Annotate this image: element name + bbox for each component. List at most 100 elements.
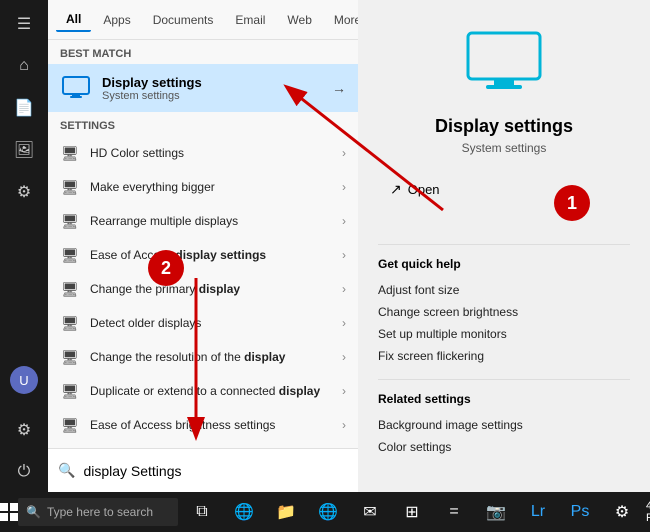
list-item-text: Change the resolution of the display [90, 350, 332, 364]
list-arrow-icon: › [342, 282, 346, 296]
divider [378, 244, 630, 245]
edge-icon[interactable]: 🌐 [224, 492, 264, 532]
related-link[interactable]: Color settings [378, 436, 451, 458]
taskbar-search-box[interactable]: 🔍 Type here to search [18, 498, 178, 526]
list-item-text: Ease of Access display settings [90, 248, 332, 262]
monitor-small-icon: 🖥 [60, 177, 80, 197]
quick-link[interactable]: Change screen brightness [378, 301, 518, 323]
list-item[interactable]: 🖥 Ease of Access brightness settings › [48, 408, 358, 442]
detail-subtitle: System settings [462, 141, 547, 155]
settings-bottom-icon[interactable]: ⚙ [0, 410, 48, 450]
tab-web[interactable]: Web [277, 9, 321, 31]
hamburger-menu-icon[interactable]: ☰ [0, 4, 48, 44]
taskbar-icons: ⧉ 🌐 📁 🌐 ✉ ⊞ = 📷 Lr Ps ⚙ [178, 492, 646, 532]
home-icon[interactable]: ⌂ [0, 46, 48, 86]
taskbar-time: 4:30 PM [646, 500, 650, 524]
apps-icon[interactable]: ⊞ [392, 492, 432, 532]
list-item-text: Duplicate or extend to a connected displ… [90, 384, 332, 398]
related-link[interactable]: Background image settings [378, 414, 523, 436]
best-match-text: Display settings System settings [102, 75, 322, 102]
taskbar-search-icon: 🔍 [26, 505, 41, 519]
tab-documents[interactable]: Documents [143, 9, 224, 31]
list-item-text: Detect older displays [90, 316, 332, 330]
best-match-arrow-icon: → [332, 80, 346, 96]
list-arrow-icon: › [342, 214, 346, 228]
monitor-small-icon: 🖥 [60, 313, 80, 333]
monitor-small-icon: 🖥 [60, 143, 80, 163]
monitor-small-icon: 🖥 [60, 415, 80, 435]
open-button[interactable]: ↗ Open [378, 175, 452, 204]
detail-title: Display settings [435, 116, 573, 137]
search-input[interactable] [83, 463, 348, 479]
quick-link[interactable]: Fix screen flickering [378, 345, 484, 367]
list-arrow-icon: › [342, 248, 346, 262]
start-menu: All Apps Documents Email Web More ▼ Feed… [48, 0, 650, 492]
settings-taskbar-icon[interactable]: ⚙ [602, 492, 642, 532]
best-match-title: Display settings [102, 75, 322, 90]
search-tabs: All Apps Documents Email Web More ▼ Feed… [48, 0, 358, 40]
detail-panel: Display settings System settings ↗ Open … [358, 0, 650, 492]
file-explorer-icon[interactable]: 📁 [266, 492, 306, 532]
list-item[interactable]: 🖥 Rearrange multiple displays › [48, 204, 358, 238]
monitor-small-icon: 🖥 [60, 279, 80, 299]
list-item[interactable]: 🖥 Change the resolution of the display › [48, 340, 358, 374]
list-item-text: Ease of Access brightness settings [90, 418, 332, 432]
settings-sidebar-icon[interactable]: ⚙ [0, 172, 48, 212]
settings-section-label: Settings [48, 112, 358, 136]
photo-icon[interactable]: 📷 [476, 492, 516, 532]
list-item[interactable]: 🖥 Make everything bigger › [48, 170, 358, 204]
calculator-icon[interactable]: = [434, 492, 474, 532]
list-item-text: HD Color settings [90, 146, 332, 160]
best-match-label: Best match [48, 40, 358, 64]
monitor-small-icon: 🖥 [60, 211, 80, 231]
list-item[interactable]: 🖥 Ease of Access display settings › [48, 238, 358, 272]
pictures-sidebar-icon[interactable]: 🖼 [0, 130, 48, 170]
taskbar-search-text: Type here to search [47, 505, 153, 519]
task-view-icon[interactable]: ⧉ [182, 492, 222, 532]
monitor-small-icon: 🖥 [60, 381, 80, 401]
list-item[interactable]: 🖥 Change the primary display › [48, 272, 358, 306]
mail-icon[interactable]: ✉ [350, 492, 390, 532]
tab-apps[interactable]: Apps [93, 9, 140, 31]
power-icon[interactable]: ⏻ [0, 452, 48, 492]
best-match-item[interactable]: Display settings System settings → [48, 64, 358, 112]
related-settings-title: Related settings [378, 392, 471, 406]
search-panel: All Apps Documents Email Web More ▼ Feed… [48, 0, 358, 492]
lightroom-icon[interactable]: Lr [518, 492, 558, 532]
open-icon: ↗ [390, 181, 402, 198]
list-item-text: Make everything bigger [90, 180, 332, 194]
settings-list: 🖥 HD Color settings › 🖥 Make everything … [48, 136, 358, 448]
user-avatar[interactable]: U [0, 360, 48, 400]
tab-email[interactable]: Email [225, 9, 275, 31]
documents-sidebar-icon[interactable]: 📄 [0, 88, 48, 128]
list-item-text: Change the primary display [90, 282, 332, 296]
quick-link[interactable]: Set up multiple monitors [378, 323, 507, 345]
best-match-subtitle: System settings [102, 90, 322, 102]
list-item[interactable]: 🖥 Detect older displays › [48, 306, 358, 340]
detail-monitor-icon [464, 24, 544, 104]
search-input-bar: 🔍 [48, 448, 358, 492]
list-item-text: Rearrange multiple displays [90, 214, 332, 228]
list-item[interactable]: 🖥 HD Color settings › [48, 136, 358, 170]
monitor-small-icon: 🖥 [60, 245, 80, 265]
chrome-icon[interactable]: 🌐 [308, 492, 348, 532]
start-button[interactable] [0, 492, 18, 532]
display-settings-icon [60, 72, 92, 104]
windows-sidebar: ☰ ⌂ 📄 🖼 ⚙ U ⚙ ⏻ [0, 0, 48, 492]
list-arrow-icon: › [342, 418, 346, 432]
list-arrow-icon: › [342, 180, 346, 194]
quick-help-title: Get quick help [378, 257, 461, 271]
quick-link[interactable]: Adjust font size [378, 279, 459, 301]
monitor-small-icon: 🖥 [60, 347, 80, 367]
list-arrow-icon: › [342, 316, 346, 330]
list-item[interactable]: 🖥 Duplicate or extend to a connected dis… [48, 374, 358, 408]
taskbar-right: 4:30 PM 10/15/2020 [646, 500, 650, 524]
list-arrow-icon: › [342, 384, 346, 398]
list-arrow-icon: › [342, 350, 346, 364]
search-input-icon: 🔍 [58, 462, 75, 479]
list-arrow-icon: › [342, 146, 346, 160]
photoshop-icon[interactable]: Ps [560, 492, 600, 532]
tab-all[interactable]: All [56, 8, 91, 32]
divider [378, 379, 630, 380]
taskbar: 🔍 Type here to search ⧉ 🌐 📁 🌐 ✉ ⊞ = 📷 Lr… [0, 492, 650, 532]
